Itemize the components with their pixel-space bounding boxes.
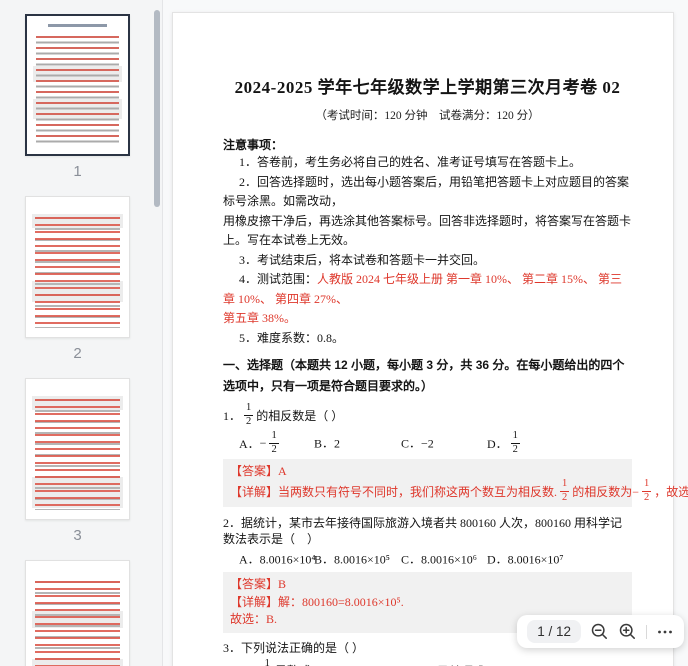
answer-line: 【答案】A [230, 463, 625, 479]
question-1-answer-block: 【答案】A 【详解】当两数只有符号不同时，我们称这两个数互为相反数. 12 的相… [223, 459, 632, 507]
notice-line: 4．测试范围：人教版 2024 七年级上册 第一章 10%、 第二章 15%、 … [223, 270, 632, 309]
fraction: 12 [269, 431, 278, 455]
exam-title: 2024-2025 学年七年级数学上学期第三次月考卷 02 [223, 73, 632, 98]
zoom-in-button[interactable] [618, 622, 637, 641]
thumbnail-page-number: 1 [25, 163, 130, 180]
page-indicator[interactable]: 1 / 12 [527, 620, 581, 643]
option-b: B．8.0016×10⁵ [314, 550, 390, 567]
question-2-options: A．8.0016×10⁴ B．8.0016×10⁵ C．8.0016×10⁶ D… [223, 550, 632, 567]
page-thumbnail-1[interactable] [25, 14, 130, 156]
question-number: 1． [223, 407, 241, 424]
thumbnail-title-line [48, 24, 107, 27]
option-d: D．8.0016×10⁷ [487, 550, 564, 567]
section-heading: 一、选择题（本题共 12 小题，每小题 3 分，共 36 分。在每小题给出的四个… [223, 355, 632, 397]
page-thumbnail-3[interactable] [25, 378, 130, 520]
fraction: 1x [263, 659, 272, 666]
notice-line: 第五章 38%。 [223, 309, 632, 329]
explanation-line: 【详解】当两数只有符号不同时，我们称这两个数互为相反数. 12 的相反数为− 1… [230, 479, 625, 503]
notice-scope-label: 4．测试范围： [239, 272, 317, 286]
fraction: 12 [244, 403, 253, 427]
option-c: C．8.0016×10⁶ [401, 550, 477, 567]
question-1-options: A．−12 B．2 C．−2 D．12 [223, 429, 632, 457]
thumbnail-text-lines [36, 36, 119, 145]
thumbnail-text-lines [35, 217, 120, 328]
document-page-1: 2024-2025 学年七年级数学上学期第三次月考卷 02 （考试时间：120 … [172, 12, 674, 666]
viewer-toolbar: 1 / 12 [517, 615, 684, 648]
option-b: B．2 [314, 435, 340, 452]
thumbnail-item-1: 1 [25, 14, 162, 180]
thumbnail-item-3: 3 [25, 378, 162, 544]
notice-line: 用橡皮擦干净后，再选涂其他答案标号。回答非选择题时，将答案写在答题卡上。写在本试… [223, 212, 632, 251]
thumbnail-sidebar: 1 2 3 4 [0, 0, 163, 666]
option-c: C．−2 [401, 435, 434, 452]
more-icon [656, 623, 674, 641]
question-3-options-row-1: A．1x是整式 B．−3 是单项式 [223, 657, 632, 666]
thumbnail-list: 1 2 3 4 [0, 0, 162, 666]
answer-line: 【答案】B [230, 576, 625, 594]
zoom-in-icon [618, 622, 637, 641]
document-viewport[interactable]: 2024-2025 学年七年级数学上学期第三次月考卷 02 （考试时间：120 … [164, 0, 688, 666]
page-thumbnail-4[interactable] [25, 560, 130, 666]
thumbnail-page-number: 2 [25, 345, 130, 362]
thumbnail-page-number: 3 [25, 527, 130, 544]
page-thumbnail-2[interactable] [25, 196, 130, 338]
explanation-line: 【详解】解：800160=8.0016×10⁵. [230, 594, 625, 612]
option-a: A．8.0016×10⁴ [239, 550, 316, 567]
option-a: A．−12 [239, 431, 282, 455]
notice-list: 1．答卷前，考生务必将自己的姓名、准考证号填写在答题卡上。 2．回答选择题时，选… [223, 153, 632, 348]
notice-heading: 注意事项： [223, 136, 632, 153]
fraction: 12 [511, 431, 520, 455]
zoom-out-icon [590, 622, 609, 641]
toolbar-divider [646, 625, 647, 639]
fraction: 12 [642, 479, 651, 503]
thumbnail-text-lines [35, 399, 120, 510]
zoom-out-button[interactable] [590, 622, 609, 641]
thumbnail-item-4: 4 [25, 560, 162, 666]
option-d: D．12 [487, 431, 523, 455]
more-button[interactable] [656, 623, 674, 641]
notice-line: 1．答卷前，考生务必将自己的姓名、准考证号填写在答题卡上。 [223, 153, 632, 173]
fraction: 12 [560, 479, 569, 503]
thumbnail-item-2: 2 [25, 196, 162, 362]
question-2-stem: 2．据统计，某市去年接待国际旅游入境者共 800160 人次，800160 用科… [223, 515, 632, 547]
notice-line: 5．难度系数：0.8。 [223, 329, 632, 349]
notice-line: 3．考试结束后，将本试卷和答题卡一并交回。 [223, 251, 632, 271]
thumbnail-text-lines [35, 581, 120, 666]
option-a: A．1x是整式 [239, 659, 311, 666]
notice-line: 2．回答选择题时，选出每小题答案后，用铅笔把答题卡上对应题目的答案标号涂黑。如需… [223, 173, 632, 212]
question-1-stem: 1． 12 的相反数是（ ） [223, 401, 632, 429]
option-b: B．−3 是单项式 [401, 662, 485, 666]
exam-subtitle: （考试时间：120 分钟 试卷满分：120 分） [223, 107, 632, 123]
sidebar-scrollbar-thumb[interactable] [154, 10, 160, 207]
question-text: 的相反数是（ ） [256, 407, 343, 424]
